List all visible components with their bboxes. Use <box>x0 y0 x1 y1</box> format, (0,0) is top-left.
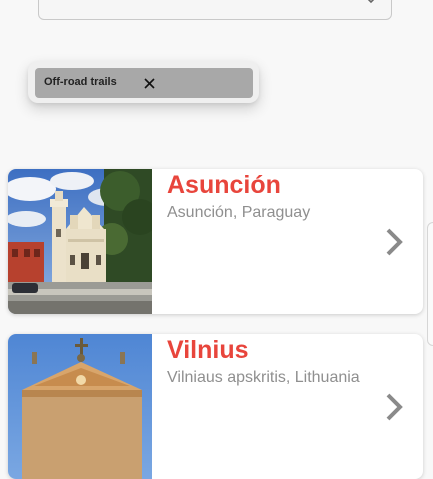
chevron-down-icon[interactable] <box>365 0 377 7</box>
place-card-asuncion[interactable]: Asunción Asunción, Paraguay <box>8 169 423 314</box>
place-name: Asunción <box>167 171 281 199</box>
next-card-edge <box>427 222 433 346</box>
place-name: Vilnius <box>167 336 249 364</box>
search-bar[interactable] <box>38 0 392 20</box>
filter-chip[interactable]: Off-road trails <box>35 68 253 98</box>
chevron-right-icon[interactable] <box>383 227 405 257</box>
filter-panel: Off-road trails <box>28 61 259 103</box>
place-photo <box>8 334 152 479</box>
place-card-vilnius[interactable]: Vilnius Vilniaus apskritis, Lithuania <box>8 334 423 479</box>
place-region: Asunción, Paraguay <box>167 204 311 221</box>
place-photo <box>8 169 152 314</box>
place-region: Vilniaus apskritis, Lithuania <box>167 369 360 386</box>
filter-chip-label: Off-road trails <box>44 76 117 88</box>
close-icon[interactable] <box>143 77 156 90</box>
chevron-right-icon[interactable] <box>383 392 405 422</box>
